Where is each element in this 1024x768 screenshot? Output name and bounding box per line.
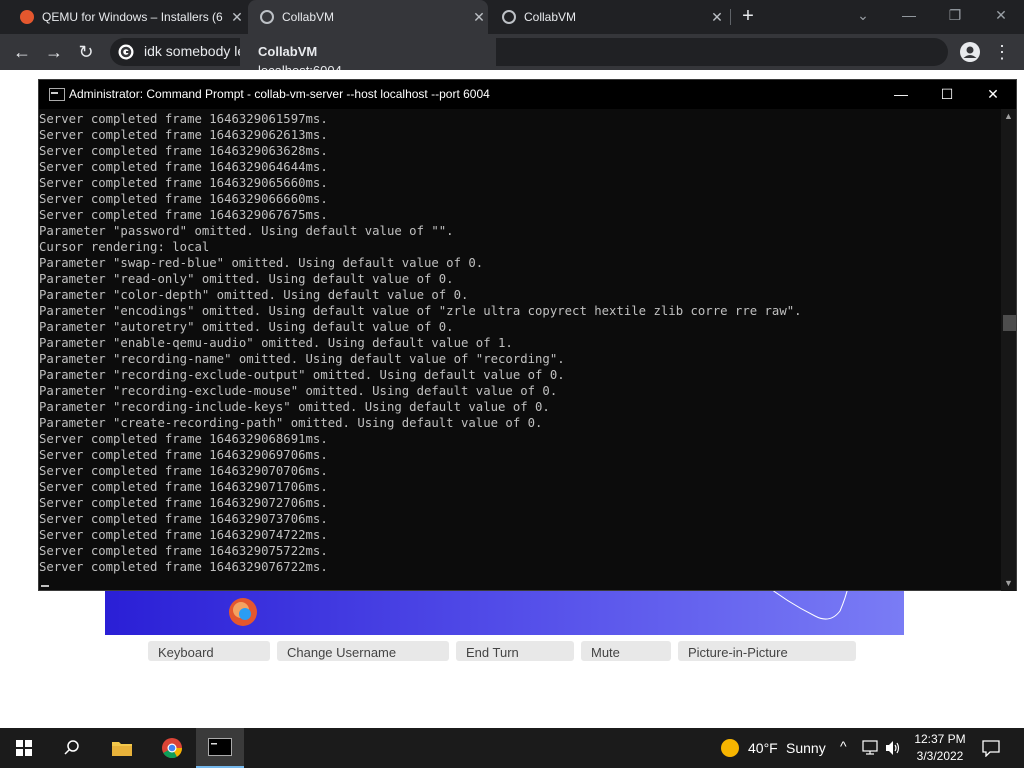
cmd-output-line: Server completed frame 1646329071706ms. [39,480,328,494]
menu-kebab-icon[interactable]: ⋮ [990,40,1014,64]
clock-date: 3/3/2022 [916,749,964,763]
weather-temperature[interactable]: 40°F [748,740,778,756]
tab-title: CollabVM [524,10,577,24]
forward-button[interactable]: → [42,40,66,64]
tab-qemu[interactable]: QEMU for Windows – Installers (6 ✕ [0,0,246,34]
cmd-close-button[interactable]: ✕ [970,80,1016,109]
cmd-output-line: Server completed frame 1646329073706ms. [39,512,328,526]
minimize-button[interactable]: — [886,0,932,34]
tab-title: QEMU for Windows – Installers (6 [42,10,223,24]
cmd-output-line: Server completed frame 1646329063628ms. [39,144,328,158]
cmd-output-line: Parameter "autoretry" omitted. Using def… [39,320,454,334]
cmd-title: Administrator: Command Prompt - collab-v… [69,87,490,101]
cmd-text-cursor [41,585,49,587]
cmd-output-line: Parameter "read-only" omitted. Using def… [39,272,454,286]
picture-in-picture-button[interactable]: Picture-in-Picture [678,641,856,661]
cmd-maximize-button[interactable]: ☐ [924,80,970,109]
network-icon[interactable] [862,740,880,756]
tab-title: CollabVM [282,10,335,24]
google-icon [118,44,134,60]
new-tab-button[interactable]: + [738,6,758,26]
qemu-favicon-icon [20,10,34,24]
close-tab-icon[interactable]: ✕ [470,9,488,26]
browser-tab-strip: QEMU for Windows – Installers (6 ✕ Colla… [0,0,1024,34]
cmd-taskbar-button[interactable] [196,728,244,768]
scroll-down-arrow-icon[interactable]: ▼ [1001,576,1016,591]
cmd-icon [49,88,65,101]
cmd-output-line: Server completed frame 1646329068691ms. [39,432,328,446]
cmd-output-line: Server completed frame 1646329065660ms. [39,176,328,190]
cmd-output-line: Parameter "recording-exclude-output" omi… [39,368,565,382]
file-explorer-button[interactable] [98,728,146,768]
cmd-output-line: Parameter "color-depth" omitted. Using d… [39,288,469,302]
cmd-output-line: Server completed frame 1646329066660ms. [39,192,328,206]
search-button[interactable] [48,728,96,768]
sun-weather-icon[interactable] [720,738,740,758]
tab-collabvm-active[interactable]: CollabVM ✕ [248,0,488,34]
qemu-desktop-icon[interactable] [227,596,259,628]
volume-icon[interactable] [884,739,902,757]
browser-toolbar: ← → ↻ idk somebody le ⋮ [0,34,1024,70]
keyboard-button[interactable]: Keyboard [148,641,270,661]
cmd-output[interactable]: Server completed frame 1646329061597ms. S… [39,109,1001,591]
change-username-button[interactable]: Change Username [277,641,449,661]
address-bar[interactable]: idk somebody le [110,38,948,66]
cmd-icon [208,738,232,756]
close-tab-icon[interactable]: ✕ [708,9,726,26]
cmd-output-line: Server completed frame 1646329061597ms. [39,112,328,126]
cmd-output-line: Parameter "enable-qemu-audio" omitted. U… [39,336,513,350]
command-prompt-window[interactable]: Administrator: Command Prompt - collab-v… [38,79,1017,591]
address-text: idk somebody le [144,43,246,59]
start-button[interactable] [0,728,48,768]
weather-description[interactable]: Sunny [786,740,826,756]
taskbar: 40°F Sunny ^ 12:37 PM 3/3/2022 [0,728,1024,768]
chrome-button[interactable] [148,728,196,768]
close-tab-icon[interactable]: ✕ [228,9,246,26]
cmd-output-line: Server completed frame 1646329067675ms. [39,208,328,222]
cmd-output-line: Parameter "encodings" omitted. Using def… [39,304,802,318]
cmd-output-line: Server completed frame 1646329070706ms. [39,464,328,478]
search-icon [64,740,79,755]
close-window-button[interactable]: ✕ [978,0,1024,34]
reload-button[interactable]: ↻ [74,40,98,64]
profile-icon[interactable] [958,40,982,64]
tab-collabvm[interactable]: CollabVM ✕ [490,0,726,34]
cmd-output-line: Parameter "recording-exclude-mouse" omit… [39,384,558,398]
cmd-output-line: Server completed frame 1646329074722ms. [39,528,328,542]
tab-separator [730,9,731,25]
scroll-up-arrow-icon[interactable]: ▲ [1001,109,1016,124]
globe-icon [502,10,516,24]
cmd-scrollbar[interactable]: ▲ ▼ [1001,109,1016,591]
cmd-output-line: Parameter "password" omitted. Using defa… [39,224,454,238]
cmd-output-line: Server completed frame 1646329072706ms. [39,496,328,510]
notifications-icon[interactable] [982,739,1000,757]
windows-logo-icon [16,740,32,756]
cmd-output-line: Server completed frame 1646329069706ms. [39,448,328,462]
cmd-output-line: Server completed frame 1646329064644ms. [39,160,328,174]
tab-search-icon[interactable]: ⌄ [840,0,886,34]
cmd-output-line: Parameter "recording-include-keys" omitt… [39,400,550,414]
cmd-output-line: Parameter "recording-name" omitted. Usin… [39,352,565,366]
clock[interactable]: 12:37 PM 3/3/2022 [908,731,972,765]
show-hidden-icons-chevron-icon[interactable]: ^ [840,738,847,754]
end-turn-button[interactable]: End Turn [456,641,574,661]
cmd-output-line: Parameter "swap-red-blue" omitted. Using… [39,256,484,270]
clock-time: 12:37 PM [914,732,966,746]
chrome-icon [162,738,183,759]
cmd-output-line: Server completed frame 1646329076722ms. [39,560,328,574]
cmd-output-line: Server completed frame 1646329075722ms. [39,544,328,558]
back-button[interactable]: ← [10,40,34,64]
hover-card-title: CollabVM [258,44,318,59]
scroll-thumb[interactable] [1003,315,1016,331]
restore-button[interactable]: ❐ [932,0,978,34]
cmd-title-bar[interactable]: Administrator: Command Prompt - collab-v… [39,80,1016,109]
cmd-minimize-button[interactable]: — [878,80,924,109]
globe-icon [260,10,274,24]
cmd-output-line: Parameter "create-recording-path" omitte… [39,416,543,430]
cmd-output-line: Server completed frame 1646329062613ms. [39,128,328,142]
cmd-output-line: Cursor rendering: local [39,240,210,254]
mute-button[interactable]: Mute [581,641,671,661]
folder-icon [112,742,132,756]
